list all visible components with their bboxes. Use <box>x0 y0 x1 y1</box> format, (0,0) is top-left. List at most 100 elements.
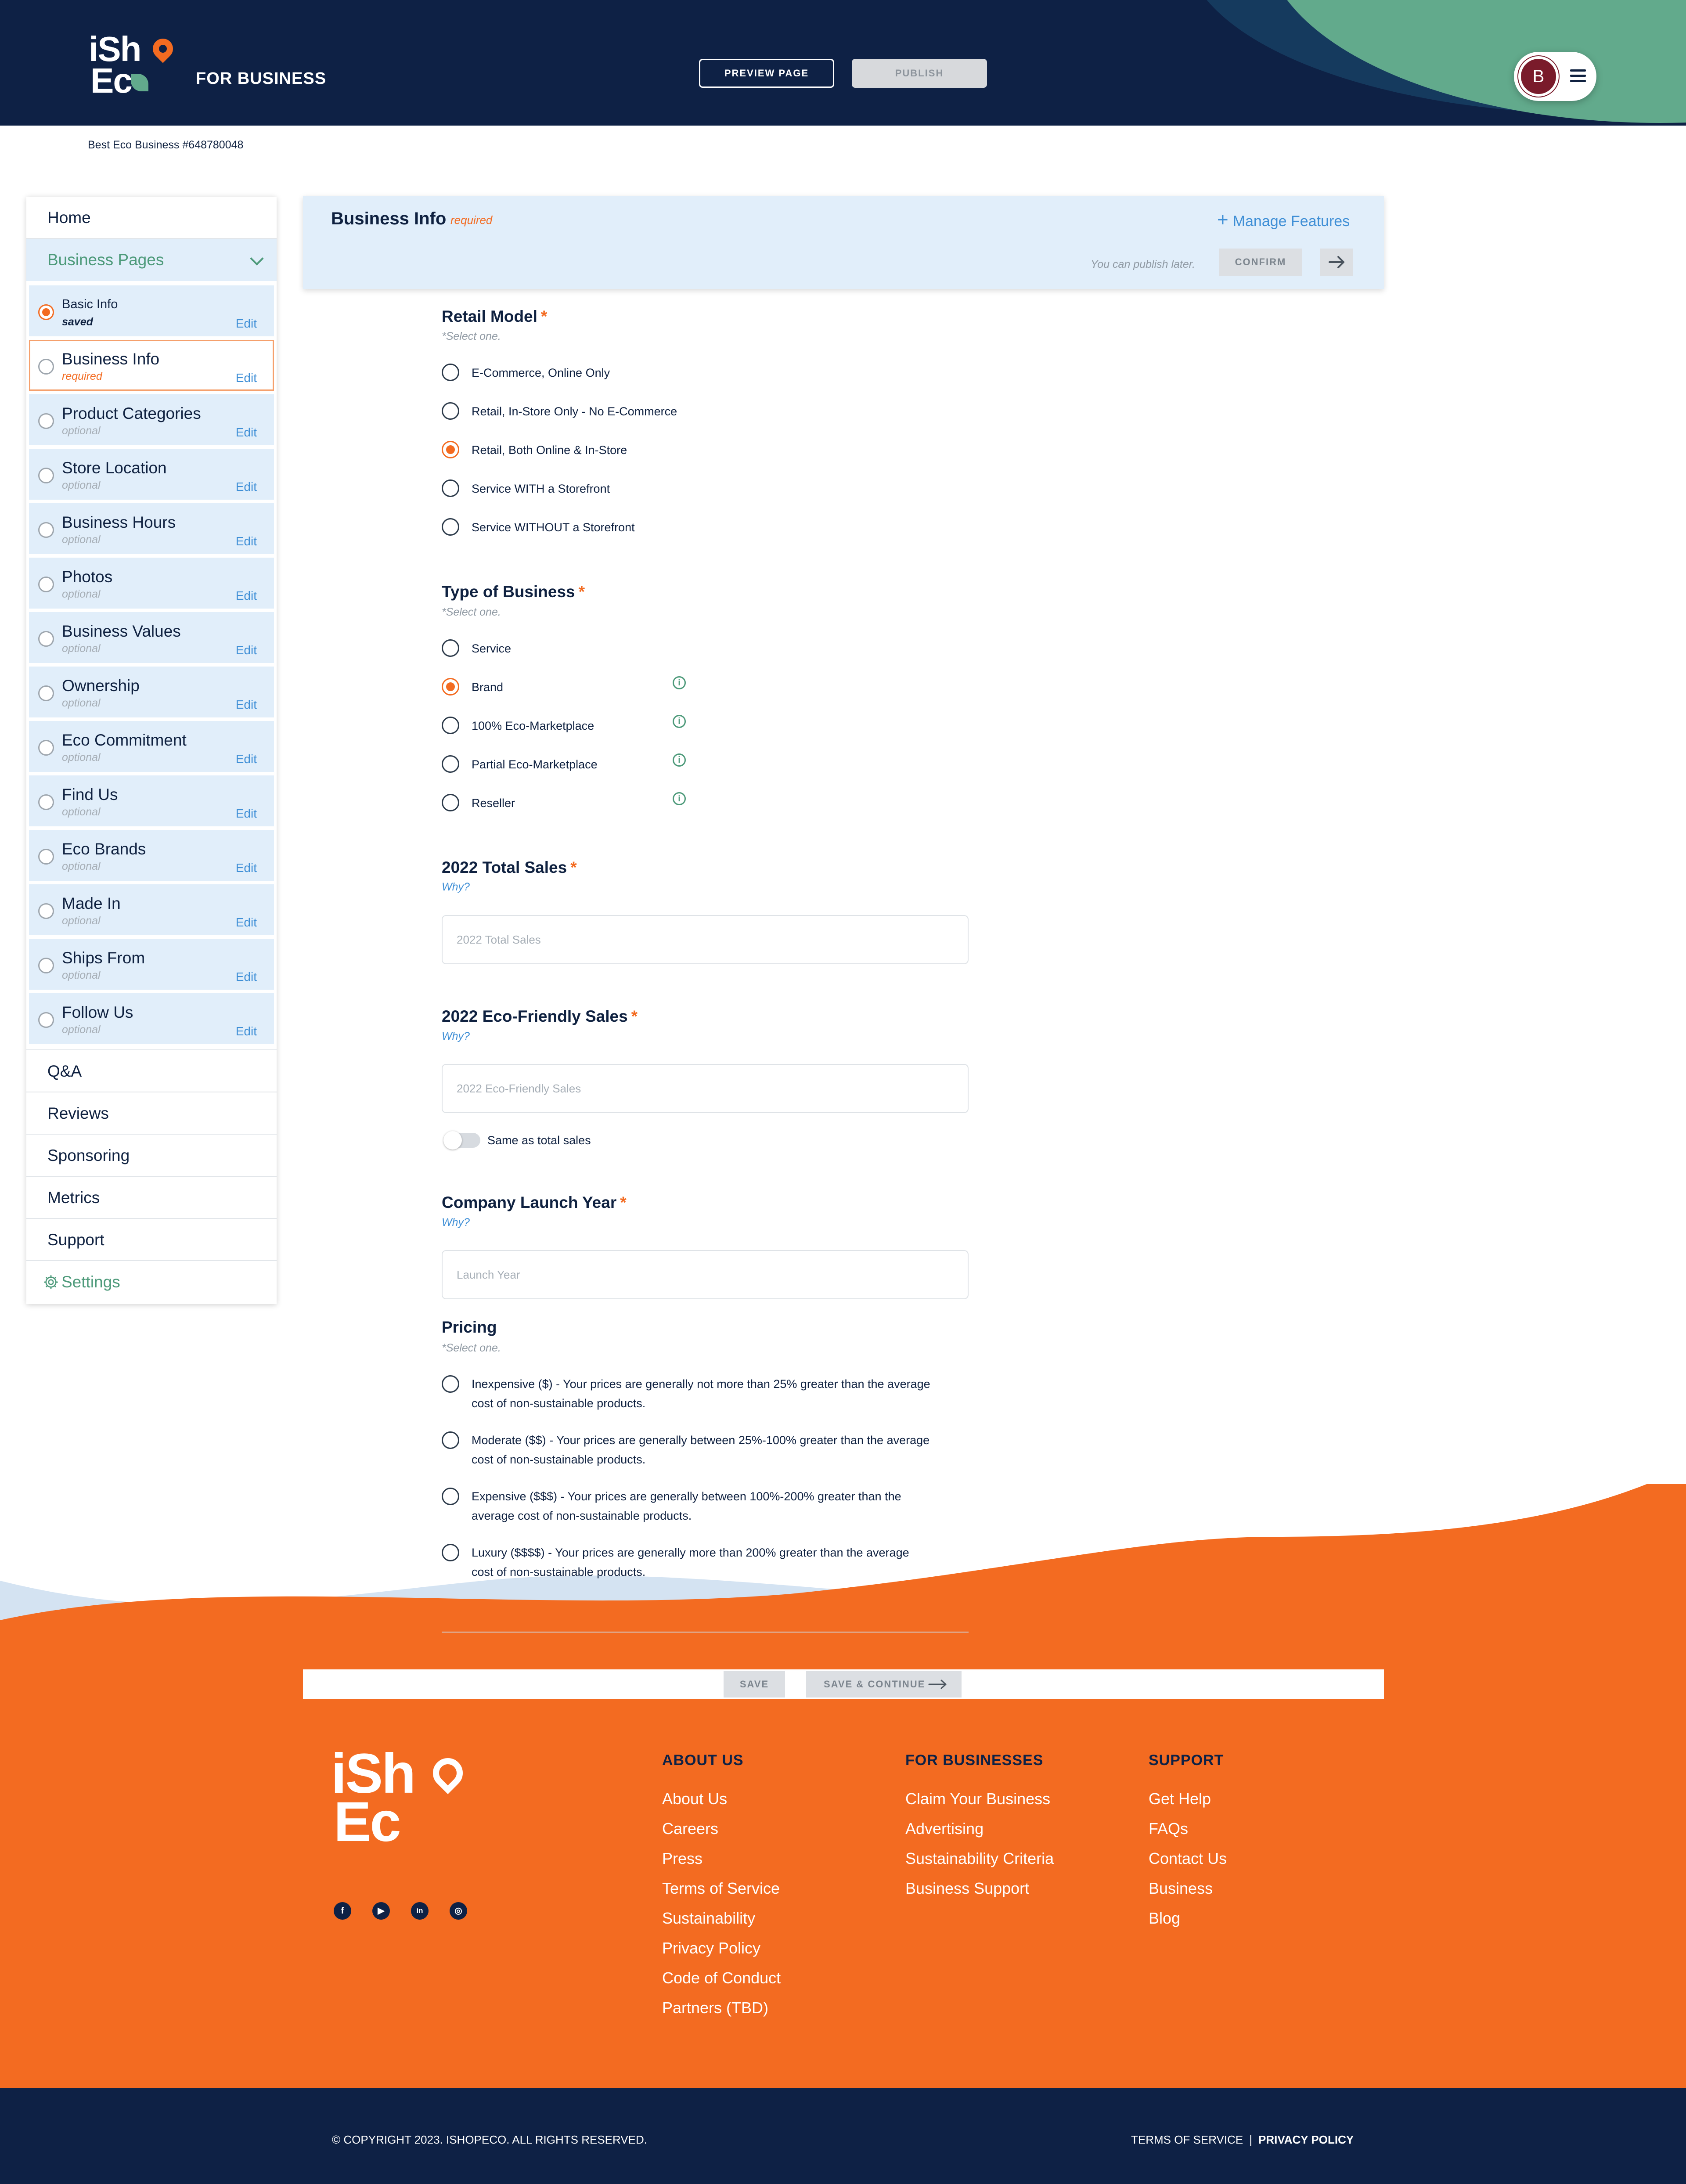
footer-link-claim-your-business[interactable]: Claim Your Business <box>905 1784 1054 1814</box>
radio-button[interactable] <box>442 1375 459 1393</box>
radio-button[interactable] <box>442 755 459 773</box>
footer-link-faqs[interactable]: FAQs <box>1149 1814 1227 1844</box>
status-radio[interactable] <box>38 740 54 756</box>
radio-button[interactable] <box>442 1431 459 1449</box>
info-icon[interactable]: i <box>673 792 686 805</box>
status-radio[interactable] <box>38 958 54 973</box>
hamburger-menu-icon[interactable] <box>1570 69 1586 83</box>
manage-features-button[interactable]: + Manage Features <box>1217 209 1350 231</box>
terms-link[interactable]: TERMS OF SERVICE <box>1131 2133 1243 2146</box>
radio-button[interactable] <box>442 364 459 381</box>
footer-link-business-support[interactable]: Business Support <box>905 1874 1054 1903</box>
sidebar-item-photos[interactable]: Photos optional Edit <box>29 558 274 609</box>
footer-link-careers[interactable]: Careers <box>662 1814 781 1844</box>
footer-link-partners-tbd[interactable]: Partners (TBD) <box>662 1993 781 2023</box>
edit-link[interactable]: Edit <box>236 317 257 331</box>
edit-link[interactable]: Edit <box>236 480 257 494</box>
status-radio[interactable] <box>38 903 54 919</box>
status-radio[interactable] <box>38 413 54 429</box>
edit-link[interactable]: Edit <box>236 807 257 821</box>
edit-link[interactable]: Edit <box>236 589 257 603</box>
publish-button[interactable]: PUBLISH <box>852 59 987 88</box>
footer-link-privacy-policy[interactable]: Privacy Policy <box>662 1933 781 1963</box>
youtube-icon[interactable]: ▶ <box>372 1902 390 1920</box>
radio-button[interactable] <box>442 402 459 420</box>
pricing-option[interactable]: Expensive ($$$) - Your prices are genera… <box>442 1487 969 1526</box>
edit-link[interactable]: Edit <box>236 915 257 930</box>
avatar[interactable]: B <box>1518 56 1559 97</box>
sidebar-item-metrics[interactable]: Metrics <box>26 1176 277 1218</box>
radio-button[interactable] <box>442 479 459 497</box>
sidebar-item-business-info[interactable]: Business Info required Edit <box>29 340 274 391</box>
footer-link-press[interactable]: Press <box>662 1844 781 1874</box>
sidebar-item-home[interactable]: Home <box>26 197 277 239</box>
info-icon[interactable]: i <box>673 715 686 728</box>
sidebar-item-store-location[interactable]: Store Location optional Edit <box>29 449 274 500</box>
user-menu[interactable]: B <box>1514 52 1596 101</box>
edit-link[interactable]: Edit <box>236 752 257 766</box>
preview-page-button[interactable]: PREVIEW PAGE <box>699 59 834 88</box>
sidebar-item-find-us[interactable]: Find Us optional Edit <box>29 775 274 826</box>
sidebar-item-ownership[interactable]: Ownership optional Edit <box>29 667 274 717</box>
radio-button[interactable] <box>442 518 459 536</box>
status-radio[interactable] <box>38 794 54 810</box>
edit-link[interactable]: Edit <box>236 861 257 875</box>
pricing-option[interactable]: Moderate ($$) - Your prices are generall… <box>442 1431 969 1470</box>
sidebar-section-business-pages[interactable]: Business Pages <box>26 239 277 281</box>
radio-button[interactable] <box>442 1544 459 1561</box>
radio-button[interactable] <box>442 717 459 734</box>
footer-logo[interactable]: iSh Ec <box>331 1746 507 1860</box>
pricing-option[interactable]: Luxury ($$$$) - Your prices are generall… <box>442 1543 969 1582</box>
footer-link-code-of-conduct[interactable]: Code of Conduct <box>662 1963 781 1993</box>
sidebar-item-basic-info[interactable]: Basic Info saved Edit <box>29 285 274 336</box>
footer-link-sustainability-criteria[interactable]: Sustainability Criteria <box>905 1844 1054 1874</box>
status-radio[interactable] <box>38 304 54 320</box>
save-button[interactable]: SAVE <box>724 1671 785 1697</box>
sidebar-item-follow-us[interactable]: Follow Us optional Edit <box>29 993 274 1044</box>
sidebar-item-eco-brands[interactable]: Eco Brands optional Edit <box>29 830 274 881</box>
radio-button[interactable] <box>442 1488 459 1505</box>
edit-link[interactable]: Edit <box>236 970 257 984</box>
radio-button[interactable] <box>442 441 459 458</box>
edit-link[interactable]: Edit <box>236 1024 257 1038</box>
edit-link[interactable]: Edit <box>236 643 257 657</box>
sidebar-item-eco-commitment[interactable]: Eco Commitment optional Edit <box>29 721 274 772</box>
eco-sales-why-link[interactable]: Why? <box>442 1030 470 1043</box>
same-as-total-toggle[interactable] <box>443 1131 480 1150</box>
sidebar-item-support[interactable]: Support <box>26 1218 277 1260</box>
sidebar-item-business-hours[interactable]: Business Hours optional Edit <box>29 503 274 554</box>
launch-year-input[interactable]: Launch Year <box>442 1250 969 1299</box>
footer-link-advertising[interactable]: Advertising <box>905 1814 1054 1844</box>
status-radio[interactable] <box>38 468 54 483</box>
linkedin-icon[interactable]: in <box>411 1902 429 1920</box>
pricing-option[interactable]: Inexpensive ($) - Your prices are genera… <box>442 1374 969 1414</box>
sidebar-item-business-values[interactable]: Business Values optional Edit <box>29 612 274 663</box>
next-arrow-button[interactable] <box>1320 249 1353 276</box>
status-radio[interactable] <box>38 577 54 592</box>
sidebar-item-made-in[interactable]: Made In optional Edit <box>29 884 274 935</box>
status-radio[interactable] <box>38 1012 54 1028</box>
privacy-link[interactable]: PRIVACY POLICY <box>1258 2133 1354 2146</box>
eco-sales-input[interactable]: 2022 Eco-Friendly Sales <box>442 1064 969 1113</box>
info-icon[interactable]: i <box>673 753 686 767</box>
footer-link-terms-of-service[interactable]: Terms of Service <box>662 1874 781 1903</box>
ishopeco-logo[interactable]: iSh Ec <box>89 32 203 102</box>
edit-link[interactable]: Edit <box>236 698 257 712</box>
footer-link-get-help[interactable]: Get Help <box>1149 1784 1227 1814</box>
footer-link-business[interactable]: Business <box>1149 1874 1227 1903</box>
status-radio[interactable] <box>38 685 54 701</box>
sidebar-item-settings[interactable]: Settings <box>26 1260 277 1302</box>
total-sales-why-link[interactable]: Why? <box>442 881 470 894</box>
footer-link-sustainability[interactable]: Sustainability <box>662 1903 781 1933</box>
radio-button[interactable] <box>442 678 459 696</box>
status-radio[interactable] <box>38 522 54 538</box>
sidebar-item-ships-from[interactable]: Ships From optional Edit <box>29 939 274 990</box>
sidebar-item-qa[interactable]: Q&A <box>26 1049 277 1092</box>
footer-link-about-us[interactable]: About Us <box>662 1784 781 1814</box>
status-radio[interactable] <box>38 359 54 375</box>
radio-button[interactable] <box>442 639 459 657</box>
edit-link[interactable]: Edit <box>236 371 257 385</box>
status-radio[interactable] <box>38 631 54 647</box>
confirm-button[interactable]: CONFIRM <box>1219 249 1302 276</box>
total-sales-input[interactable]: 2022 Total Sales <box>442 915 969 964</box>
